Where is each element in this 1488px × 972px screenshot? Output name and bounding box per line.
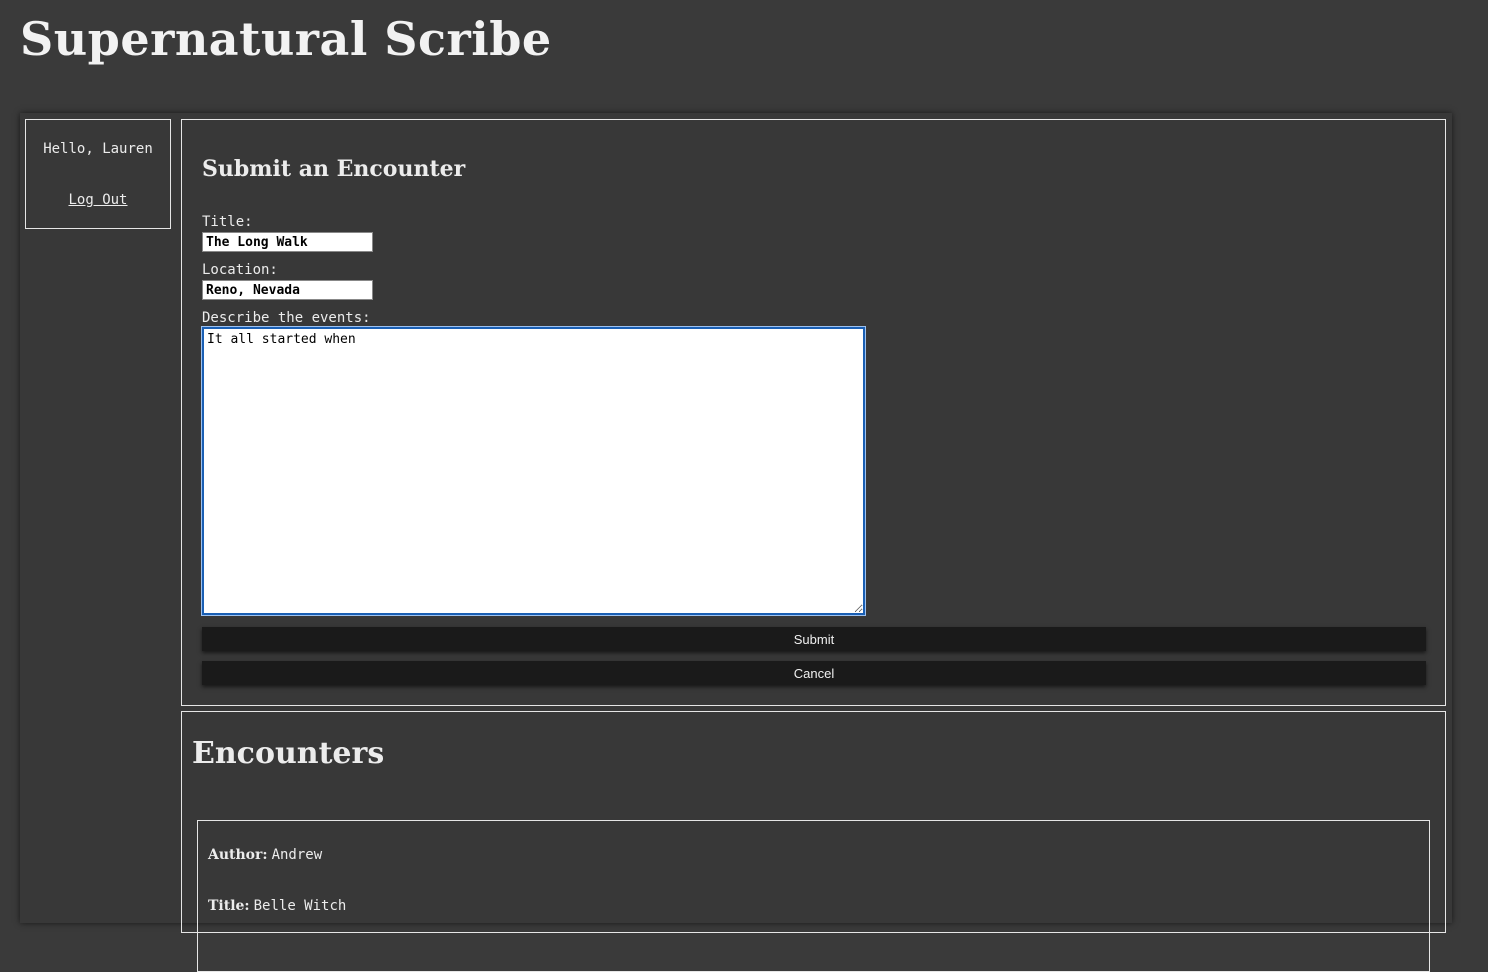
encounters-heading: Encounters bbox=[192, 736, 385, 771]
encounters-panel: Encounters Author: Andrew Title: Belle Wit… bbox=[181, 711, 1446, 972]
logout-link[interactable]: Log Out bbox=[26, 192, 170, 208]
user-greeting: Hello, Lauren bbox=[43, 141, 153, 157]
encounter-title-row: Title: Belle Witch bbox=[208, 898, 346, 914]
location-input[interactable] bbox=[202, 280, 373, 300]
events-label: Describe the events: bbox=[202, 310, 371, 326]
encounter-card: Author: Andrew Title: Belle Witch bbox=[197, 820, 1430, 972]
title-input[interactable] bbox=[202, 232, 373, 252]
author-label: Author: bbox=[208, 847, 268, 863]
submit-encounter-panel: Submit an Encounter Title: Location: Des… bbox=[181, 119, 1446, 706]
encounter-title-label: Title: bbox=[208, 898, 250, 914]
submit-button[interactable]: Submit bbox=[202, 627, 1426, 651]
encounter-title-value: Belle Witch bbox=[253, 898, 347, 914]
cancel-button[interactable]: Cancel bbox=[202, 661, 1426, 685]
user-panel: Hello, Lauren Log Out bbox=[25, 119, 171, 229]
form-heading: Submit an Encounter bbox=[202, 156, 466, 182]
author-value: Andrew bbox=[271, 847, 323, 863]
location-label: Location: bbox=[202, 262, 278, 278]
site-title: Supernatural Scribe bbox=[20, 12, 552, 66]
title-label: Title: bbox=[202, 214, 253, 230]
events-textarea[interactable]: It all started when bbox=[201, 326, 866, 616]
encounter-author-row: Author: Andrew bbox=[208, 847, 322, 863]
